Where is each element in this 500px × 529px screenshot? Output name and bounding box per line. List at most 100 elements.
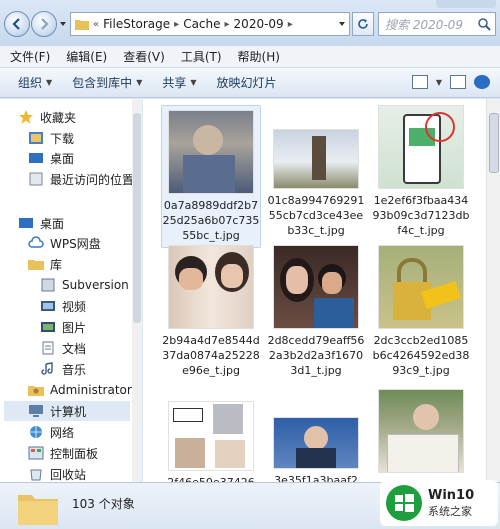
include-in-library-button[interactable]: 包含到库中 ▼	[72, 74, 142, 91]
downloads-folder-icon	[29, 132, 43, 144]
scrollbar-thumb[interactable]	[133, 113, 141, 323]
nav-label: Subversion	[62, 278, 129, 292]
menu-tools[interactable]: 工具(T)	[181, 48, 222, 65]
chevron-down-icon[interactable]: ▼	[436, 78, 442, 87]
documents-icon	[42, 341, 54, 355]
nav-label: 计算机	[50, 404, 87, 419]
chevron-down-icon[interactable]	[59, 20, 67, 28]
library-item-icon	[41, 278, 55, 292]
search-icon[interactable]	[477, 17, 491, 31]
command-bar: 组织 ▼ 包含到库中 ▼ 共享 ▼ 放映幻灯片 ▼	[0, 68, 500, 98]
thumbnail-image	[273, 129, 359, 189]
navigation-scrollbar[interactable]	[132, 99, 142, 482]
help-icon[interactable]	[474, 75, 490, 89]
breadcrumb-2020-09[interactable]: 2020-09	[234, 17, 284, 31]
nav-label: 库	[50, 257, 63, 272]
file-item[interactable]: 0a7a8989ddf2b725d25a6b07c73555bc_t.jpg	[161, 105, 261, 248]
breadcrumb-separator[interactable]: ▸	[225, 19, 230, 30]
item-count: 103 个对象	[72, 497, 135, 511]
thumbnail-image	[273, 245, 359, 329]
file-item[interactable]: 2b94a4d7e8544d37da0874a25228e96e_t.jpg	[161, 245, 261, 378]
file-name: 2dc3ccb2ed1085b6c4264592ed3893c9_t.jpg	[372, 334, 470, 377]
menu-bar: 文件(F) 编辑(E) 查看(V) 工具(T) 帮助(H)	[0, 46, 500, 68]
breadcrumb-separator[interactable]: ▸	[288, 19, 293, 30]
chevron-down-icon: ▼	[136, 78, 143, 87]
nav-label: 桌面	[40, 216, 65, 231]
nav-label: 收藏夹	[40, 110, 77, 125]
content-scrollbar[interactable]	[486, 99, 500, 482]
computer-icon	[29, 405, 43, 417]
address-dropdown[interactable]	[335, 13, 349, 35]
library-icon	[28, 260, 44, 270]
watermark-title: Win10	[428, 487, 475, 503]
refresh-button[interactable]	[352, 12, 374, 36]
file-item[interactable]	[371, 389, 471, 477]
slideshow-button[interactable]: 放映幻灯片	[217, 74, 277, 91]
overflow-chevron[interactable]: «	[93, 19, 99, 30]
file-item[interactable]: 2dc3ccb2ed1085b6c4264592ed3893c9_t.jpg	[371, 245, 471, 378]
organize-label: 组织	[18, 76, 43, 90]
thumbnail-image	[378, 389, 464, 473]
search-input[interactable]: 搜索 2020-09	[378, 12, 496, 36]
menu-edit[interactable]: 编辑(E)	[66, 48, 107, 65]
view-mode-icon[interactable]	[411, 75, 428, 89]
refresh-icon	[358, 19, 368, 29]
nav-desktop-root[interactable]: 桌面	[18, 213, 150, 233]
file-name: 2b94a4d7e8544d37da0874a25228e96e_t.jpg	[162, 334, 260, 377]
share-label: 共享	[162, 76, 187, 90]
file-name: 2d8cedd79eaff562a3b2d2a3f16703d1_t.jpg	[267, 334, 365, 377]
share-button[interactable]: 共享 ▼	[162, 74, 196, 91]
desktop-icon	[29, 153, 43, 163]
breadcrumb-separator[interactable]: ▸	[174, 19, 179, 30]
recent-places-icon	[29, 172, 43, 186]
file-item[interactable]: 2f46e50e37426	[161, 401, 261, 482]
view-controls: ▼	[411, 75, 490, 89]
network-icon	[30, 426, 42, 438]
thumbnail-image	[378, 105, 464, 189]
file-name: 01c8a99476929155cb7cd3ce43eeb33c_t.jpg	[267, 194, 365, 237]
address-toolbar: « FileStorage ▸ Cache ▸ 2020-09 ▸ 搜索 202…	[0, 0, 500, 46]
nav-computer[interactable]: 计算机	[4, 401, 130, 421]
arrow-left-icon	[12, 18, 20, 30]
organize-button[interactable]: 组织 ▼	[18, 74, 52, 91]
menu-file[interactable]: 文件(F)	[10, 48, 50, 65]
folder-icon	[75, 20, 89, 30]
file-item[interactable]: 3e35f1a3baaf2	[266, 401, 366, 482]
nav-label: 音乐	[62, 362, 87, 377]
address-bar[interactable]: « FileStorage ▸ Cache ▸ 2020-09 ▸	[70, 12, 350, 36]
chevron-down-icon: ▼	[190, 78, 197, 87]
include-label: 包含到库中	[72, 76, 133, 90]
file-name: 2f46e50e37426	[161, 475, 261, 482]
nav-favorites[interactable]: 收藏夹	[18, 107, 150, 127]
file-item[interactable]: 01c8a99476929155cb7cd3ce43eeb33c_t.jpg	[266, 105, 366, 238]
nav-label: WPS网盘	[50, 236, 101, 251]
nav-label: 网络	[50, 425, 75, 440]
pictures-icon	[41, 322, 55, 332]
thumbnail-image	[168, 110, 254, 194]
desktop-icon	[19, 218, 33, 228]
file-item[interactable]: 2d8cedd79eaff562a3b2d2a3f16703d1_t.jpg	[266, 245, 366, 378]
back-button[interactable]	[4, 11, 30, 37]
file-item[interactable]: 1e2ef6f3fbaa43493b09c3d7123dbf4c_t.jpg	[371, 105, 471, 238]
watermark-logo: Win10 系统之家	[380, 480, 498, 526]
menu-view[interactable]: 查看(V)	[123, 48, 165, 65]
music-icon	[41, 362, 53, 375]
breadcrumb-cache[interactable]: Cache	[183, 17, 220, 31]
scrollbar-thumb[interactable]	[489, 113, 499, 173]
watermark-subtitle: 系统之家	[428, 504, 472, 518]
slideshow-label: 放映幻灯片	[216, 76, 277, 90]
thumbnail-image	[168, 401, 254, 471]
preview-pane-icon[interactable]	[450, 75, 466, 89]
file-name: 0a7a8989ddf2b725d25a6b07c73555bc_t.jpg	[162, 199, 260, 242]
recycle-bin-icon	[30, 469, 42, 481]
video-icon	[41, 301, 55, 311]
nav-label: 最近访问的位置	[50, 172, 135, 187]
control-panel-icon	[28, 446, 44, 460]
breadcrumb-filestorage[interactable]: FileStorage	[103, 17, 170, 31]
nav-label: 控制面板	[50, 446, 99, 461]
forward-button[interactable]	[31, 11, 57, 37]
menu-help[interactable]: 帮助(H)	[238, 48, 280, 65]
nav-label: 下载	[50, 131, 75, 146]
window-controls[interactable]	[436, 0, 496, 8]
nav-label: 文档	[62, 341, 87, 356]
